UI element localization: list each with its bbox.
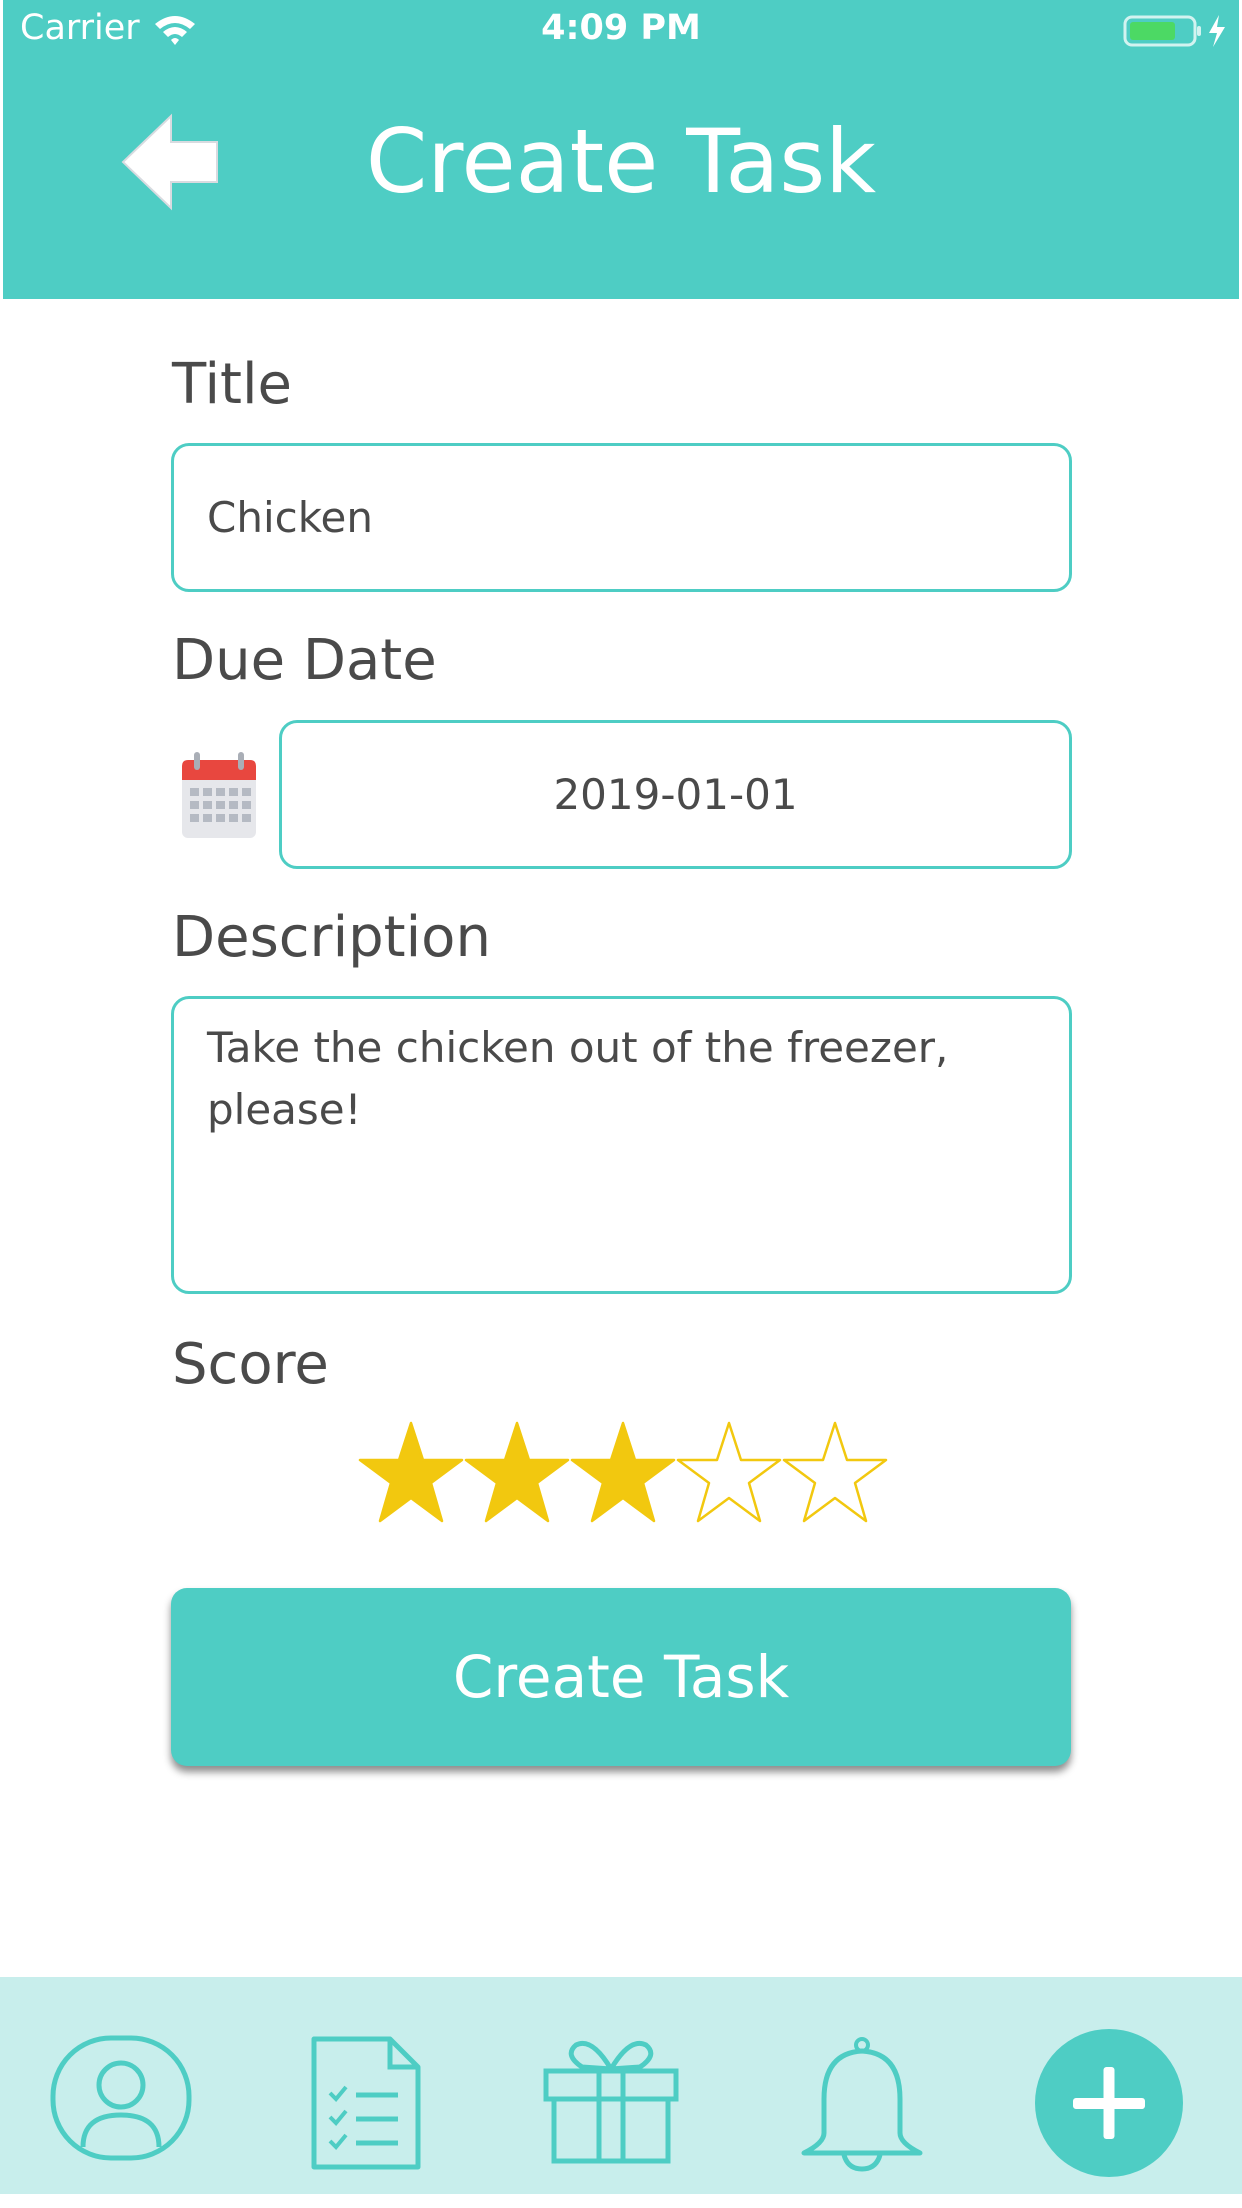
star-empty-icon[interactable] [782, 1418, 888, 1526]
title-input[interactable] [171, 443, 1072, 592]
score-rating [358, 1418, 888, 1526]
create-task-button[interactable]: Create Task [171, 1588, 1071, 1766]
status-bar: Carrier 4:09 PM [3, 0, 1239, 60]
calendar-icon[interactable] [180, 750, 258, 840]
score-label: Score [172, 1332, 329, 1397]
bell-icon [801, 2037, 923, 2172]
star-filled-icon[interactable] [570, 1418, 676, 1526]
plus-icon [1035, 2029, 1183, 2177]
tab-add[interactable] [1035, 2029, 1183, 2177]
create-task-screen: Carrier 4:09 PM Create Task Title Due Da… [0, 0, 1242, 2208]
due-date-label: Due Date [172, 628, 437, 693]
page-title: Create Task [365, 110, 877, 213]
description-label: Description [172, 905, 491, 970]
star-filled-icon[interactable] [358, 1418, 464, 1526]
status-time: 4:09 PM [541, 8, 701, 48]
description-input[interactable]: Take the chicken out of the freezer, ple… [171, 996, 1072, 1294]
bottom-tab-bar [0, 1977, 1242, 2194]
title-label: Title [172, 352, 293, 417]
star-filled-icon[interactable] [464, 1418, 570, 1526]
tab-rewards[interactable] [542, 2035, 680, 2165]
profile-icon [50, 2035, 192, 2161]
star-empty-icon[interactable] [676, 1418, 782, 1526]
battery-icon [1123, 15, 1225, 47]
gift-icon [543, 2041, 679, 2164]
due-date-input[interactable] [279, 720, 1072, 869]
task-list-icon [311, 2036, 421, 2170]
tab-profile[interactable] [50, 2035, 192, 2161]
tab-notifications[interactable] [800, 2035, 924, 2173]
tab-tasks[interactable] [310, 2035, 422, 2171]
header-bar: Carrier 4:09 PM Create Task [3, 0, 1239, 299]
